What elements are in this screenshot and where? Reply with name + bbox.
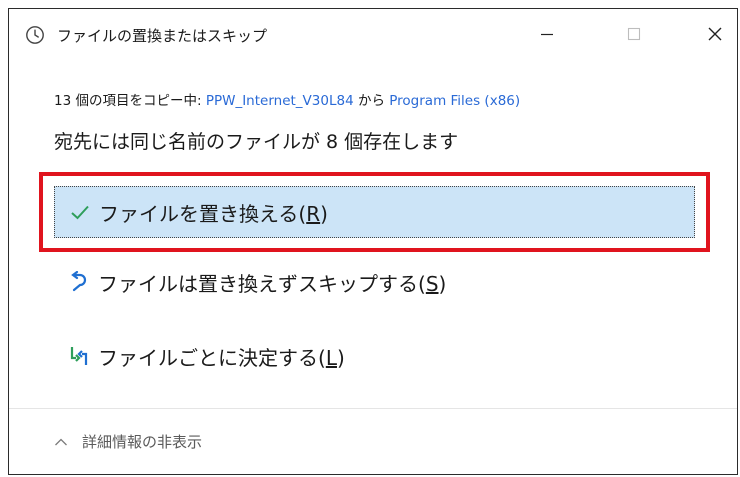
decide-each-file-option[interactable]: ファイルごとに決定する(L) <box>54 330 695 382</box>
source-folder-link[interactable]: PPW_Internet_V30L84 <box>206 93 354 109</box>
close-icon[interactable] <box>701 21 729 47</box>
copy-status-middle: から <box>353 93 390 109</box>
maximize-icon[interactable] <box>620 21 648 47</box>
chevron-up-icon <box>55 438 67 445</box>
copy-status: 13 個の項目をコピー中: PPW_Internet_V30L84 から Pro… <box>54 89 520 109</box>
footer-divider <box>9 408 737 409</box>
minimize-icon[interactable] <box>533 21 561 47</box>
hide-details-toggle[interactable]: 詳細情報の非表示 <box>54 431 202 452</box>
decide-each-file-label: ファイルごとに決定する(L) <box>98 345 345 370</box>
title-bar: ファイルの置換またはスキップ <box>9 9 737 59</box>
copy-status-prefix: 13 個の項目をコピー中: <box>54 93 206 109</box>
hide-details-label: 詳細情報の非表示 <box>82 433 203 451</box>
destination-folder-link[interactable]: Program Files (x86) <box>389 93 520 109</box>
replace-files-option[interactable]: ファイルを置き換える(R) <box>54 186 695 238</box>
conflict-summary: 宛先には同じ名前のファイルが 8 個存在します <box>54 131 459 153</box>
window-title: ファイルの置換またはスキップ <box>57 27 268 45</box>
skip-files-label: ファイルは置き換えずスキップする(S) <box>98 271 447 296</box>
replace-files-label: ファイルを置き換える(R) <box>99 201 328 226</box>
check-icon <box>71 205 89 220</box>
skip-files-option[interactable]: ファイルは置き換えずスキップする(S) <box>54 256 695 308</box>
compare-files-icon <box>70 347 88 365</box>
undo-arrow-icon <box>71 271 87 292</box>
replace-or-skip-dialog: ファイルの置換またはスキップ 13 個の項目をコピー中: PPW_Interne… <box>8 8 738 475</box>
clock-icon <box>26 26 44 44</box>
